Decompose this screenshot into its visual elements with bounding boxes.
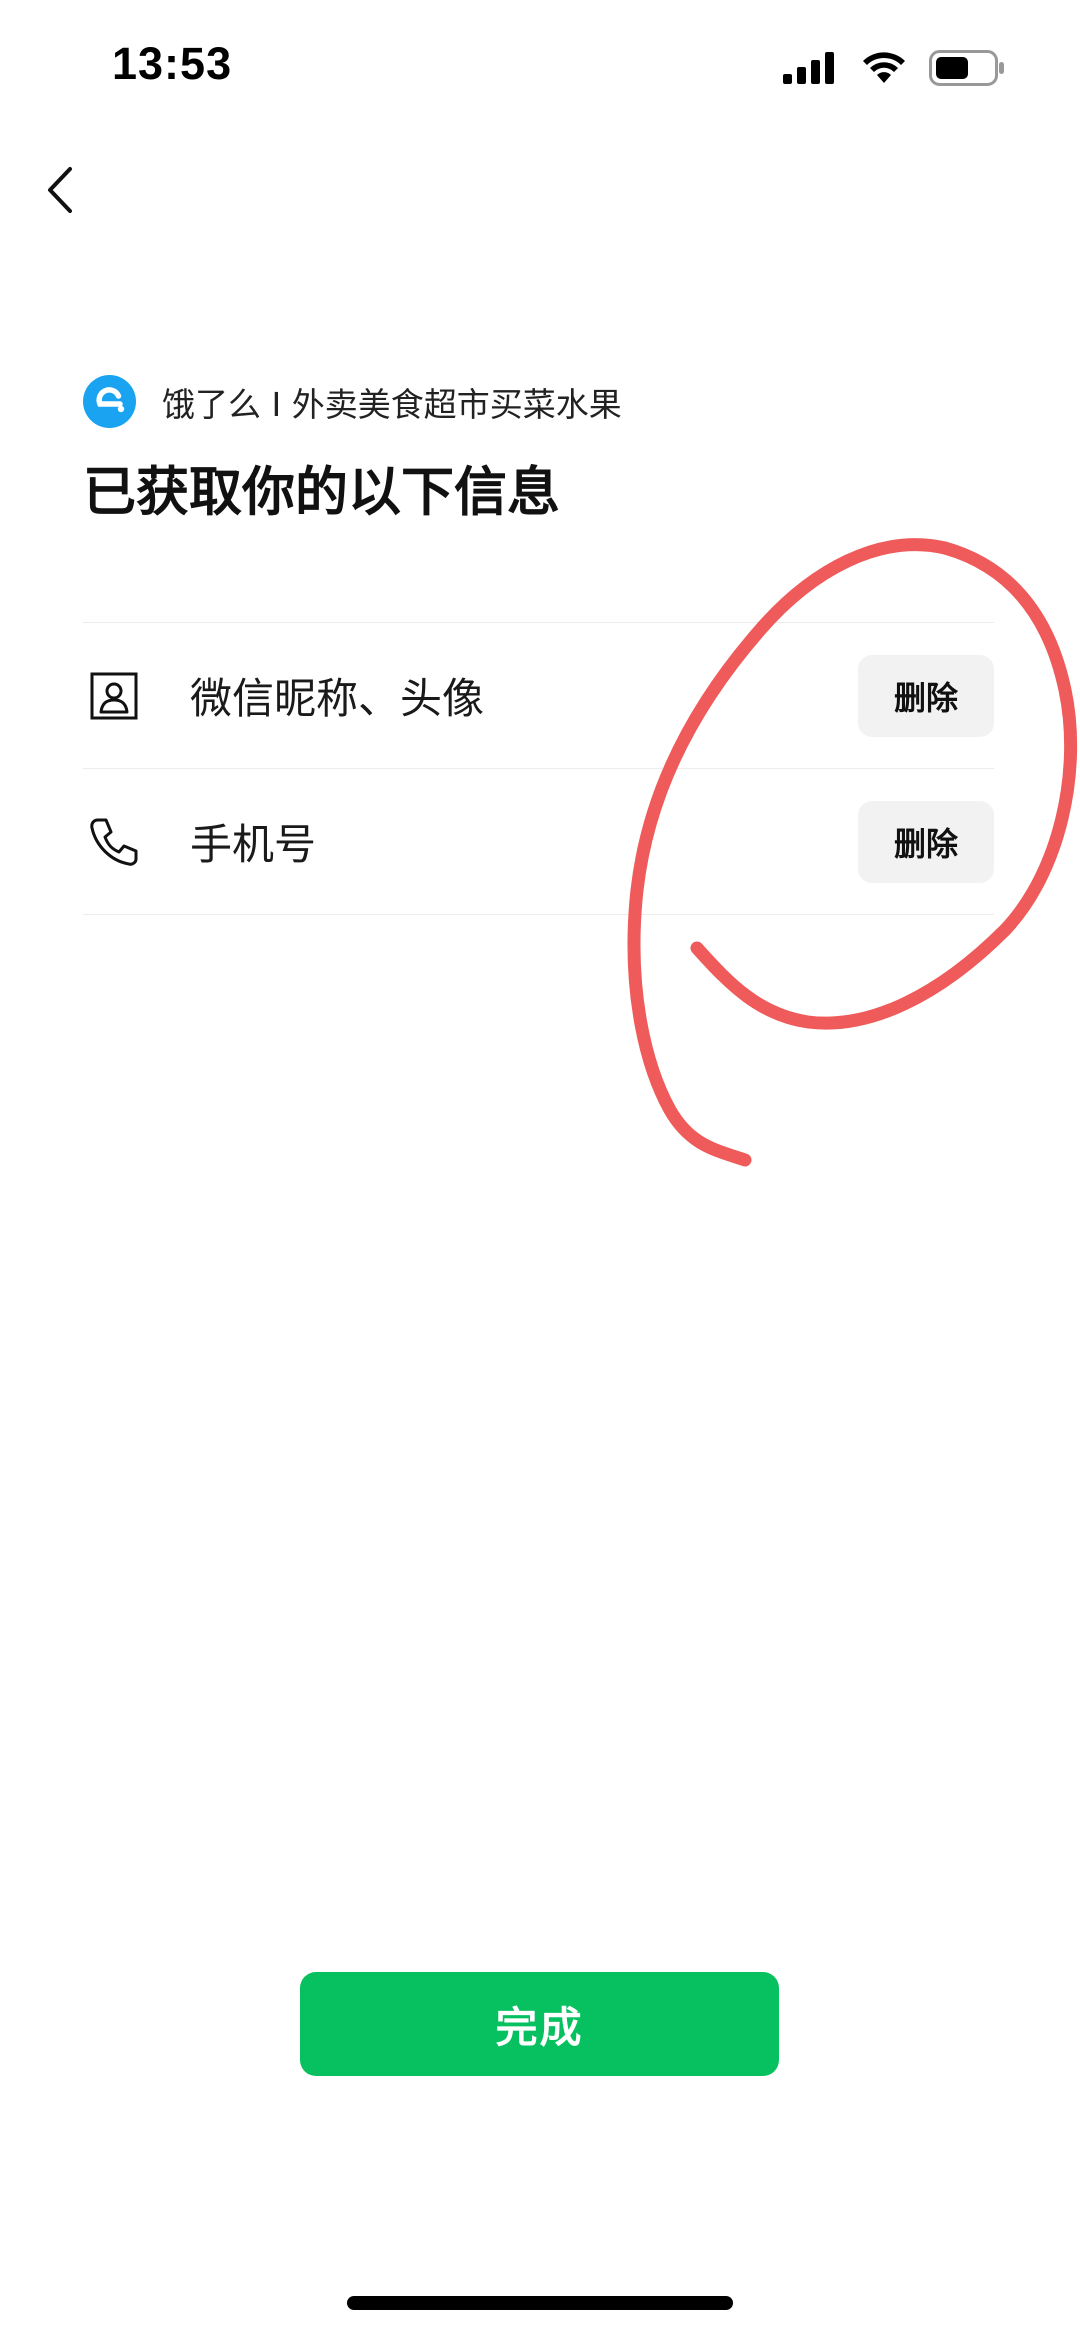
delete-profile-button[interactable]: 删除 bbox=[858, 655, 994, 737]
wifi-icon bbox=[861, 51, 907, 89]
app-name: 饿了么 I 外卖美食超市买菜水果 bbox=[162, 384, 622, 424]
page-title: 已获取你的以下信息 bbox=[83, 462, 560, 523]
status-icons bbox=[783, 48, 1005, 92]
back-button[interactable] bbox=[30, 150, 90, 230]
phone-icon bbox=[88, 816, 140, 868]
eleme-logo-icon bbox=[83, 375, 136, 428]
chevron-left-icon bbox=[48, 167, 72, 213]
cellular-signal-icon bbox=[783, 52, 839, 88]
user-card-icon bbox=[88, 670, 140, 722]
delete-phone-button[interactable]: 删除 bbox=[858, 801, 994, 883]
item-label: 手机号 bbox=[190, 820, 317, 869]
home-indicator[interactable] bbox=[347, 2296, 733, 2310]
battery-icon bbox=[929, 50, 1005, 90]
info-list: 微信昵称、头像 删除 手机号 删除 bbox=[83, 622, 994, 915]
done-button[interactable]: 完成 bbox=[300, 1972, 779, 2076]
list-item-profile: 微信昵称、头像 删除 bbox=[83, 623, 994, 769]
app-header: 饿了么 I 外卖美食超市买菜水果 bbox=[83, 375, 622, 428]
status-time: 13:53 bbox=[112, 38, 233, 89]
list-item-phone: 手机号 删除 bbox=[83, 769, 994, 915]
item-label: 微信昵称、头像 bbox=[190, 674, 485, 723]
